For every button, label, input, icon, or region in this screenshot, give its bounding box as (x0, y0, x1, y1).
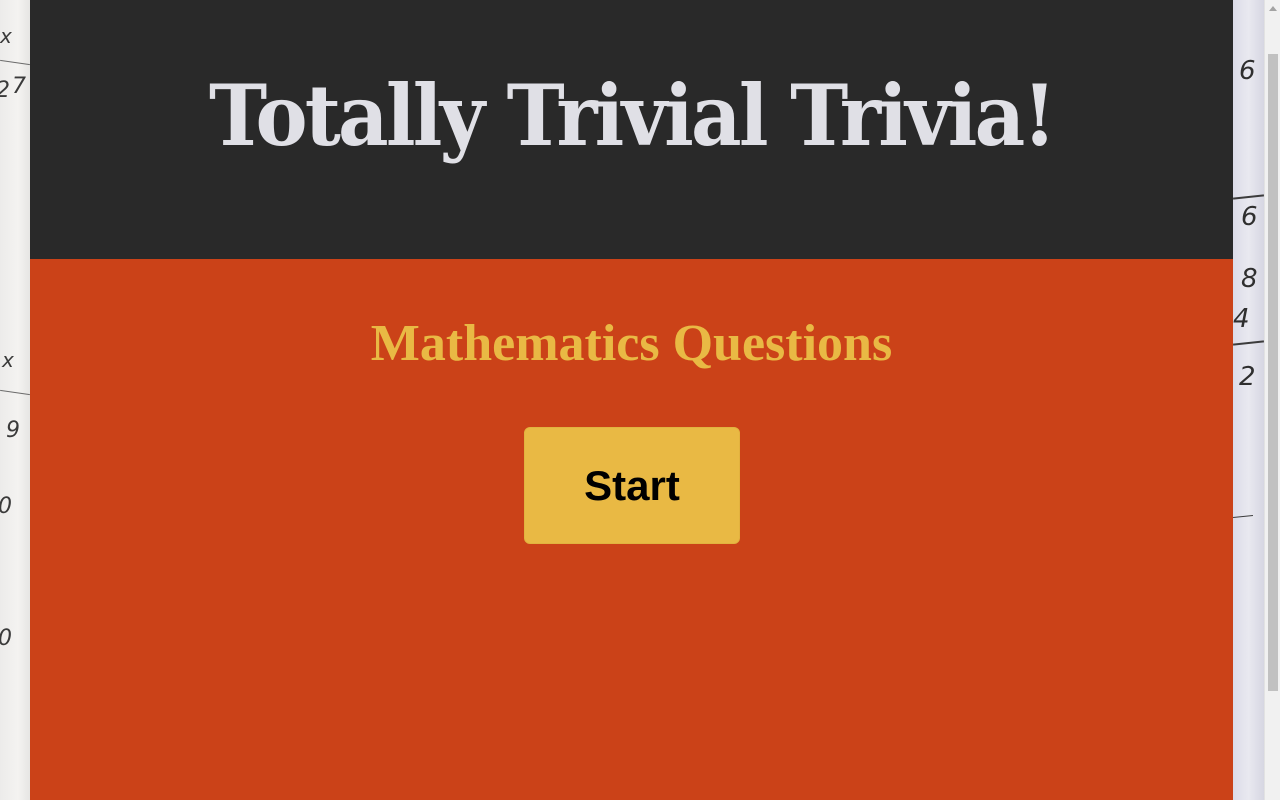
background-math-mark: 8 (1241, 264, 1258, 294)
app-header: Totally Trivial Trivia! (30, 0, 1233, 259)
background-math-mark: 2 (0, 80, 10, 102)
scrollbar-thumb[interactable] (1268, 54, 1278, 691)
background-math-mark: 6 (1241, 202, 1258, 232)
background-math-mark: 9 (6, 418, 20, 443)
background-rule (1233, 514, 1253, 519)
page-scrollbar[interactable] (1264, 0, 1280, 800)
background-paper-right: 6 6 8 4 2 (1233, 0, 1264, 800)
scroll-up-arrow-icon[interactable] (1265, 0, 1280, 17)
background-rule (0, 59, 30, 66)
app-title: Totally Trivial Trivia! (209, 66, 1057, 165)
background-paper-left: x 2 7 x 9 0 0 (0, 0, 30, 800)
background-math-mark: x (0, 24, 12, 48)
background-math-mark: x (2, 348, 14, 372)
background-math-mark: 7 (12, 74, 26, 99)
background-math-mark: 6 (1239, 56, 1256, 86)
background-rule (1233, 194, 1264, 200)
background-math-mark: 2 (1239, 362, 1256, 392)
trivia-app: Totally Trivial Trivia! Mathematics Ques… (30, 0, 1233, 800)
quiz-start-panel: Mathematics Questions Start (30, 259, 1233, 800)
start-button[interactable]: Start (524, 427, 740, 544)
background-math-mark: 0 (0, 628, 12, 650)
background-rule (1233, 340, 1264, 346)
background-math-mark: 4 (1233, 304, 1250, 334)
background-math-mark: 0 (0, 496, 12, 518)
background-rule (0, 389, 30, 396)
category-title: Mathematics Questions (370, 315, 893, 372)
